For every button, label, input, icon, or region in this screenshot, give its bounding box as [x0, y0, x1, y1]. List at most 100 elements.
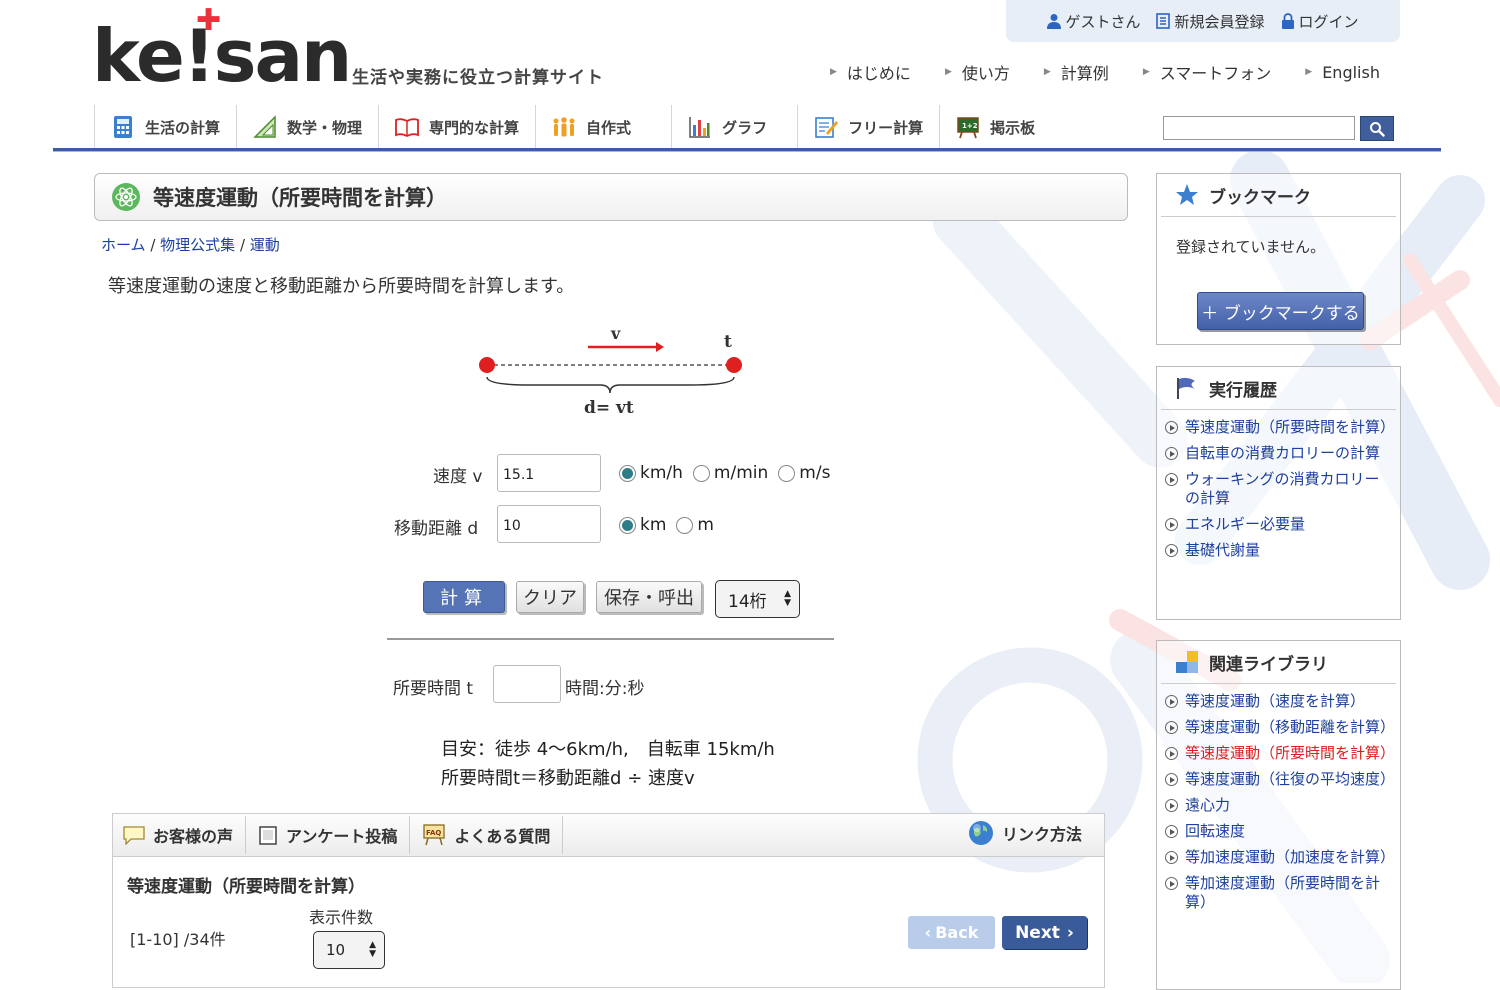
- diagram-formula: d= vt: [584, 398, 634, 418]
- page-title-bar: 等速度運動（所要時間を計算）: [94, 173, 1128, 221]
- page-description: 等速度運動の速度と移動距離から所要時間を計算します。: [108, 276, 575, 297]
- breadcrumb-motion[interactable]: 運動: [250, 236, 280, 254]
- top-nav-item-smartphone[interactable]: ▶ スマートフォン: [1143, 60, 1271, 84]
- triangle-right-icon: ▶: [944, 67, 952, 77]
- atom-icon: [112, 183, 140, 211]
- distance-unit-m[interactable]: m: [676, 515, 714, 535]
- menu-underline-shadow: [53, 151, 1441, 152]
- speed-label: 速度 v: [433, 467, 483, 487]
- play-bullet-icon: [1165, 877, 1178, 890]
- note-line: 所要時間t＝移動距離d ÷ 速度v: [441, 768, 695, 789]
- top-nav-item-examples[interactable]: ▶ 計算例: [1044, 60, 1109, 84]
- related-item-current: 等速度運動（所要時間を計算）: [1165, 744, 1395, 763]
- register-link[interactable]: 新規会員登録: [1156, 11, 1265, 32]
- tab-survey[interactable]: アンケート投稿: [246, 816, 411, 854]
- updown-arrows-icon: ▲ ▼: [784, 589, 791, 608]
- speed-unit-kmh[interactable]: km/h: [619, 463, 683, 483]
- link-method-link[interactable]: リンク方法: [968, 820, 1082, 846]
- digits-select[interactable]: 14桁 ▲ ▼: [715, 580, 800, 618]
- back-button[interactable]: ‹ Back: [908, 916, 995, 949]
- speech-bubble-icon: [123, 826, 145, 845]
- save-load-button[interactable]: 保存・呼出: [596, 581, 702, 613]
- related-library-box: 関連ライブラリ 等速度運動（速度を計算） 等速度運動（移動距離を計算） 等速度運…: [1156, 640, 1401, 990]
- per-page-value: 10: [326, 941, 346, 959]
- menu-item-graph[interactable]: グラフ: [671, 105, 797, 149]
- form-divider: [387, 638, 834, 640]
- guest-text: ゲストさん: [1065, 12, 1141, 31]
- guidance-notes: 目安：徒歩 4〜6km/h, 自転車 15km/h 所要時間t＝移動距離d ÷ …: [441, 735, 775, 793]
- tab-customer-voice[interactable]: お客様の声: [113, 816, 247, 854]
- clear-button[interactable]: クリア: [516, 581, 584, 613]
- diagram-v-label: v: [610, 325, 621, 343]
- breadcrumb-separator: /: [239, 236, 250, 254]
- lock-icon: [1281, 13, 1294, 29]
- play-bullet-icon: [1165, 447, 1178, 460]
- updown-arrows-icon: ▲ ▼: [369, 940, 376, 959]
- distance-unit-group: km m: [619, 515, 724, 535]
- triangle-right-icon: ▶: [830, 67, 837, 77]
- history-item: ウォーキングの消費カロリーの計算: [1165, 470, 1392, 508]
- feedback-tabs: お客様の声 アンケート投稿 FAQ よくある質問: [113, 814, 1104, 857]
- register-text: 新規会員登録: [1174, 12, 1265, 31]
- diagram-t-label: t: [724, 332, 732, 352]
- document-icon: [1156, 13, 1171, 29]
- related-item: 遠心力: [1165, 796, 1392, 815]
- top-nav-item-english[interactable]: ▶ English: [1305, 60, 1380, 84]
- radio-unselected[interactable]: [692, 464, 710, 482]
- menu-item-professional[interactable]: 専門的な計算: [378, 105, 535, 149]
- tab-faq[interactable]: FAQ よくある質問: [410, 816, 564, 854]
- user-bar: ゲストさん 新規会員登録 ログイン: [1006, 0, 1400, 42]
- breadcrumb-physics[interactable]: 物理公式集: [160, 236, 235, 254]
- speed-input[interactable]: 15.1: [497, 454, 601, 492]
- triangle-right-icon: ▶: [1305, 67, 1313, 77]
- radio-unselected[interactable]: [778, 464, 796, 482]
- speed-unit-ms[interactable]: m/s: [778, 463, 830, 483]
- distance-unit-km[interactable]: km: [619, 515, 666, 535]
- bookmark-box: ブックマーク 登録されていません。 ＋ ブックマークする: [1156, 173, 1401, 345]
- triangle-right-icon: ▶: [1043, 67, 1051, 77]
- menu-item-free-calc[interactable]: フリー計算: [797, 105, 939, 149]
- history-list: 等速度運動（所要時間を計算） 自転車の消費カロリーの計算 ウォーキングの消費カロ…: [1157, 410, 1400, 560]
- breadcrumb-separator: /: [150, 236, 161, 254]
- calculate-button[interactable]: 計算: [423, 581, 505, 613]
- menu-item-bbs[interactable]: 1+2 掲示板: [939, 105, 1035, 149]
- note-line: 目安：徒歩 4〜6km/h, 自転車 15km/h: [441, 739, 775, 760]
- search-button[interactable]: [1360, 116, 1394, 141]
- guest-label: ゲストさん: [1047, 11, 1140, 32]
- faq-board-icon: FAQ: [423, 824, 446, 846]
- top-nav-item-usage[interactable]: ▶ 使い方: [945, 60, 1010, 84]
- related-item: 等加速度運動（所要時間を計算）: [1165, 874, 1392, 912]
- distance-label: 移動距離 d: [394, 519, 479, 539]
- menu-item-custom-formula[interactable]: 自作式: [535, 105, 671, 149]
- distance-input[interactable]: 10: [497, 505, 601, 543]
- history-header: 実行履歴: [1161, 367, 1396, 410]
- calculator-icon: [114, 116, 132, 138]
- search-input[interactable]: [1163, 116, 1355, 140]
- speed-unit-mmin[interactable]: m/min: [692, 463, 768, 483]
- result-output[interactable]: [493, 665, 561, 703]
- top-nav-item-intro[interactable]: ▶ はじめに: [830, 60, 911, 84]
- user-icon: [1047, 14, 1062, 29]
- globe-icon: [969, 821, 993, 845]
- site-logo[interactable]: ke!san ✚: [92, 6, 352, 93]
- flag-icon: [1177, 377, 1195, 399]
- radio-unselected[interactable]: [676, 516, 694, 534]
- result-label: 所要時間 t: [393, 679, 474, 699]
- radio-selected[interactable]: [619, 464, 636, 482]
- triangle-ruler-icon: [253, 115, 276, 138]
- triangle-right-icon: ▶: [1142, 67, 1150, 77]
- feedback-title: 等速度運動（所要時間を計算）: [127, 877, 365, 897]
- add-bookmark-button[interactable]: ＋ ブックマークする: [1197, 292, 1364, 330]
- radio-selected[interactable]: [619, 516, 636, 534]
- svg-text:1+2: 1+2: [962, 122, 978, 130]
- menu-item-math-physics[interactable]: 数学・物理: [236, 105, 378, 149]
- per-page-select[interactable]: 10 ▲ ▼: [313, 931, 385, 969]
- next-button[interactable]: Next ›: [1002, 916, 1087, 949]
- menu-item-life[interactable]: 生活の計算: [94, 105, 236, 149]
- breadcrumb: ホーム / 物理公式集 / 運動: [101, 234, 280, 255]
- chevron-left-icon: ‹: [924, 923, 932, 942]
- per-page-label: 表示件数: [309, 908, 374, 927]
- breadcrumb-home[interactable]: ホーム: [101, 236, 146, 254]
- login-link[interactable]: ログイン: [1281, 11, 1359, 32]
- play-bullet-icon: [1165, 518, 1178, 531]
